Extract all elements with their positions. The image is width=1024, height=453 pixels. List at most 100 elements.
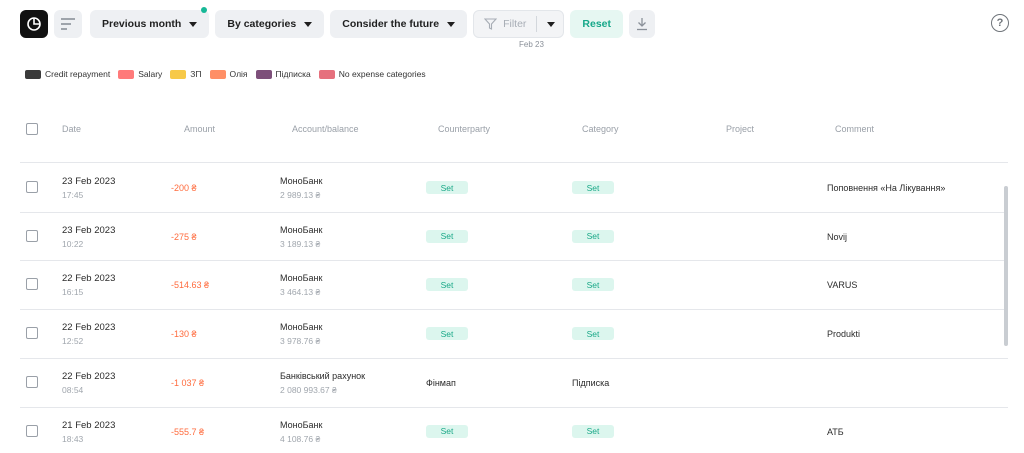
row-time: 08:54: [62, 384, 84, 395]
legend-swatch: [318, 69, 335, 79]
row-balance: 2 989.13 ₴: [280, 190, 321, 200]
filter-divider: [536, 16, 538, 32]
toolbar: Previous month By categories Consider th…: [20, 7, 656, 38]
sort-lines-icon: [61, 18, 75, 30]
table-header: Date Amount Account/balance Counterparty…: [20, 118, 1008, 140]
row-amount: -1 037 ₴: [171, 377, 205, 388]
row-time: 17:45: [62, 190, 84, 200]
legend-label: No expense categories: [338, 69, 426, 79]
scrollbar-thumb[interactable]: [1004, 186, 1008, 346]
set-category-button[interactable]: Set: [572, 327, 614, 341]
row-checkbox[interactable]: [26, 229, 38, 242]
reset-button[interactable]: Reset: [570, 10, 624, 38]
row-date: 22 Feb 2023: [62, 370, 116, 382]
column-amount[interactable]: Amount: [184, 124, 215, 134]
column-comment[interactable]: Comment: [835, 124, 874, 134]
set-category-button[interactable]: Set: [572, 229, 614, 243]
row-amount: -514.63 ₴: [171, 280, 210, 291]
row-comment: VARUS: [827, 280, 858, 291]
legend-item[interactable]: Підписка: [255, 69, 311, 79]
table-row[interactable]: 23 Feb 2023 10:22 -275 ₴ МоноБанк 3 189.13 ₴…: [20, 212, 1008, 260]
row-checkbox[interactable]: [26, 181, 38, 193]
set-counterparty-button[interactable]: Set: [426, 181, 468, 194]
row-counterparty: Фінмап: [426, 377, 456, 388]
caret-down-icon: [304, 21, 313, 27]
row-category: Підписка: [572, 377, 610, 388]
row-time: 18:43: [62, 433, 84, 444]
list-view-button[interactable]: [54, 10, 82, 38]
column-date[interactable]: Date: [62, 124, 81, 134]
legend-swatch: [118, 69, 135, 79]
table-row[interactable]: 21 Feb 2023 18:43 -555.7 ₴ МоноБанк 4 108.76…: [20, 407, 1008, 453]
legend-item[interactable]: Salary: [118, 69, 162, 79]
row-comment: Produkti: [827, 329, 861, 340]
row-comment: Поповнення «На Лікування»: [827, 183, 946, 193]
legend-item[interactable]: Олія: [209, 69, 248, 79]
chart-view-button[interactable]: [20, 10, 48, 38]
legend-label: Підписка: [275, 69, 311, 79]
pie-chart-icon: [27, 17, 41, 31]
column-account[interactable]: Account/balance: [292, 124, 359, 134]
row-time: 10:22: [62, 238, 84, 249]
set-counterparty-button[interactable]: Set: [426, 424, 468, 438]
caret-down-icon: [447, 21, 456, 27]
future-dropdown[interactable]: Consider the future: [330, 10, 468, 38]
set-counterparty-button[interactable]: Set: [426, 229, 468, 243]
set-category-button[interactable]: Set: [572, 278, 614, 292]
help-icon[interactable]: ?: [991, 14, 1009, 32]
row-account: Банківський рахунок: [280, 370, 366, 381]
row-date: 22 Feb 2023: [62, 273, 116, 285]
row-account: МоноБанк: [280, 322, 323, 333]
legend-swatch: [209, 69, 226, 79]
legend-label: ЗП: [190, 69, 202, 79]
active-indicator-dot: [201, 7, 208, 13]
legend-item[interactable]: Credit repayment: [25, 69, 110, 79]
period-label: Previous month: [102, 18, 182, 30]
row-account: МоноБанк: [280, 273, 323, 284]
table-row[interactable]: 22 Feb 2023 16:15 -514.63 ₴ МоноБанк 3 464.1…: [20, 260, 1008, 308]
row-checkbox[interactable]: [26, 278, 38, 291]
filter-placeholder: Filter: [503, 18, 527, 30]
funnel-icon: [484, 18, 498, 30]
set-counterparty-button[interactable]: Set: [426, 327, 468, 341]
row-balance: 3 189.13 ₴: [280, 238, 321, 249]
row-balance: 2 080 993.67 ₴: [280, 384, 337, 395]
legend-swatch: [170, 69, 187, 79]
period-dropdown[interactable]: Previous month: [90, 7, 210, 38]
grouping-label: By categories: [227, 18, 297, 30]
filter-control[interactable]: Filter: [473, 10, 565, 38]
grouping-dropdown[interactable]: By categories: [215, 10, 325, 38]
row-balance: 3 978.76 ₴: [280, 336, 321, 347]
row-date: 23 Feb 2023: [62, 176, 116, 187]
row-account: МоноБанк: [280, 419, 323, 430]
legend-item[interactable]: No expense categories: [318, 69, 426, 79]
column-counterparty[interactable]: Counterparty: [438, 124, 490, 134]
set-category-button[interactable]: Set: [572, 424, 614, 438]
set-counterparty-button[interactable]: Set: [426, 278, 468, 292]
row-amount: -555.7 ₴: [171, 426, 205, 437]
row-amount: -130 ₴: [171, 329, 197, 340]
row-account: МоноБанк: [280, 176, 323, 186]
row-amount: -275 ₴: [171, 231, 197, 242]
row-time: 16:15: [62, 287, 84, 298]
set-category-button[interactable]: Set: [572, 181, 614, 194]
row-date: 21 Feb 2023: [62, 419, 116, 431]
legend-label: Salary: [138, 69, 163, 79]
table-row[interactable]: 22 Feb 2023 08:54 -1 037 ₴ Банківський раху…: [20, 358, 1008, 406]
download-button[interactable]: [629, 10, 656, 38]
legend-item[interactable]: ЗП: [170, 69, 202, 79]
legend-label: Олія: [229, 69, 248, 79]
filter-caret-down-icon[interactable]: [547, 21, 556, 27]
column-project[interactable]: Project: [726, 124, 754, 134]
row-amount: -200 ₴: [171, 183, 197, 193]
row-date: 23 Feb 2023: [62, 224, 116, 236]
row-checkbox[interactable]: [26, 375, 38, 388]
table-row[interactable]: 22 Feb 2023 12:52 -130 ₴ МоноБанк 3 978.76 ₴…: [20, 309, 1008, 357]
row-checkbox[interactable]: [26, 424, 38, 437]
legend-swatch: [255, 69, 272, 79]
row-checkbox[interactable]: [26, 327, 38, 340]
select-all-checkbox[interactable]: [26, 123, 38, 135]
column-category[interactable]: Category: [582, 124, 619, 134]
row-balance: 3 464.13 ₴: [280, 287, 321, 298]
table-row[interactable]: 23 Feb 2023 17:45 -200 ₴ МоноБанк 2 989.13 ₴…: [20, 163, 1008, 211]
